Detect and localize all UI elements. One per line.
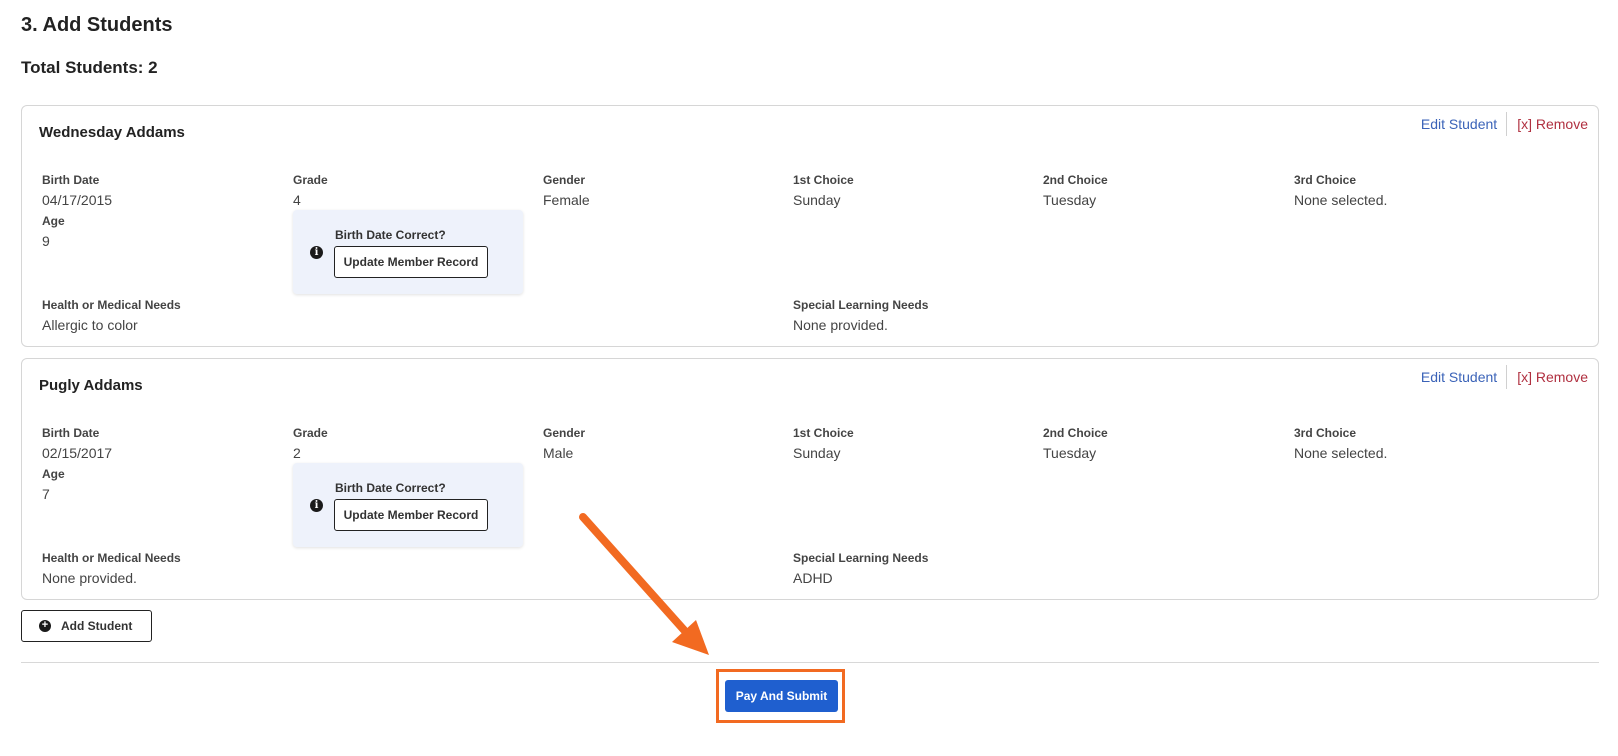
- birth-date-field: Birth Date 04/17/2015: [42, 172, 112, 209]
- student-name: Wednesday Addams: [39, 124, 185, 141]
- edit-student-link[interactable]: Edit Student: [1421, 369, 1506, 385]
- section-divider: [21, 662, 1599, 663]
- birth-date-question: Birth Date Correct?: [335, 228, 446, 242]
- gender-label: Gender: [543, 426, 586, 440]
- learning-needs-field: Special Learning Needs None provided.: [793, 297, 928, 334]
- third-choice-value: None selected.: [1294, 445, 1388, 461]
- edit-student-link[interactable]: Edit Student: [1421, 116, 1506, 132]
- remove-student-link[interactable]: [x] Remove: [1507, 369, 1588, 385]
- card-actions: Edit Student [x] Remove: [1421, 365, 1588, 389]
- grade-field: Grade 4: [293, 172, 328, 209]
- third-choice-value: None selected.: [1294, 192, 1388, 208]
- grade-value: 2: [293, 445, 301, 461]
- third-choice-field: 3rd Choice None selected.: [1294, 172, 1387, 209]
- third-choice-label: 3rd Choice: [1294, 426, 1357, 440]
- arrow-head: [672, 620, 709, 655]
- health-needs-field: Health or Medical Needs Allergic to colo…: [42, 297, 181, 334]
- health-needs-field: Health or Medical Needs None provided.: [42, 550, 181, 587]
- second-choice-field: 2nd Choice Tuesday: [1043, 172, 1108, 209]
- learning-needs-value: ADHD: [793, 570, 833, 586]
- remove-student-link[interactable]: [x] Remove: [1507, 116, 1588, 132]
- section-title: 3. Add Students: [21, 14, 173, 36]
- age-label: Age: [42, 467, 65, 481]
- birth-date-callout: i Birth Date Correct? Update Member Reco…: [293, 210, 523, 294]
- second-choice-value: Tuesday: [1043, 192, 1097, 208]
- age-field: Age 9: [42, 213, 65, 250]
- total-students: Total Students: 2: [21, 58, 158, 77]
- birth-date-field: Birth Date 02/15/2017: [42, 425, 112, 462]
- first-choice-field: 1st Choice Sunday: [793, 425, 854, 462]
- third-choice-field: 3rd Choice None selected.: [1294, 425, 1387, 462]
- birth-date-callout: i Birth Date Correct? Update Member Reco…: [293, 463, 523, 547]
- second-choice-value: Tuesday: [1043, 445, 1097, 461]
- health-needs-label: Health or Medical Needs: [42, 298, 181, 312]
- update-member-record-button[interactable]: Update Member Record: [334, 499, 488, 531]
- add-student-label: Add Student: [61, 619, 133, 633]
- grade-label: Grade: [293, 426, 328, 440]
- plus-circle-icon: +: [39, 620, 51, 632]
- age-label: Age: [42, 214, 65, 228]
- first-choice-label: 1st Choice: [793, 426, 854, 440]
- gender-value: Male: [543, 445, 574, 461]
- birth-date-value: 04/17/2015: [42, 192, 113, 208]
- third-choice-label: 3rd Choice: [1294, 173, 1357, 187]
- info-icon: i: [310, 499, 323, 512]
- update-member-record-button[interactable]: Update Member Record: [334, 246, 488, 278]
- age-value: 7: [42, 486, 50, 502]
- birth-date-label: Birth Date: [42, 173, 100, 187]
- card-actions: Edit Student [x] Remove: [1421, 112, 1588, 136]
- first-choice-value: Sunday: [793, 192, 841, 208]
- age-field: Age 7: [42, 466, 65, 503]
- first-choice-field: 1st Choice Sunday: [793, 172, 854, 209]
- birth-date-label: Birth Date: [42, 426, 100, 440]
- student-card: Wednesday Addams Edit Student [x] Remove…: [21, 105, 1599, 347]
- birth-date-question: Birth Date Correct?: [335, 481, 446, 495]
- learning-needs-label: Special Learning Needs: [793, 551, 929, 565]
- student-name: Pugly Addams: [39, 377, 143, 394]
- gender-field: Gender Female: [543, 172, 590, 209]
- first-choice-value: Sunday: [793, 445, 841, 461]
- grade-field: Grade 2: [293, 425, 328, 462]
- pay-and-submit-button[interactable]: Pay And Submit: [725, 680, 838, 712]
- student-card: Pugly Addams Edit Student [x] Remove Bir…: [21, 358, 1599, 600]
- first-choice-label: 1st Choice: [793, 173, 854, 187]
- gender-value: Female: [543, 192, 590, 208]
- info-icon: i: [310, 246, 323, 259]
- health-needs-value: None provided.: [42, 570, 137, 586]
- learning-needs-field: Special Learning Needs ADHD: [793, 550, 928, 587]
- grade-value: 4: [293, 192, 301, 208]
- health-needs-label: Health or Medical Needs: [42, 551, 181, 565]
- add-student-button[interactable]: + Add Student: [21, 610, 152, 642]
- gender-field: Gender Male: [543, 425, 585, 462]
- age-value: 9: [42, 233, 50, 249]
- gender-label: Gender: [543, 173, 586, 187]
- second-choice-label: 2nd Choice: [1043, 426, 1108, 440]
- health-needs-value: Allergic to color: [42, 317, 138, 333]
- second-choice-field: 2nd Choice Tuesday: [1043, 425, 1108, 462]
- birth-date-value: 02/15/2017: [42, 445, 113, 461]
- second-choice-label: 2nd Choice: [1043, 173, 1108, 187]
- learning-needs-value: None provided.: [793, 317, 888, 333]
- grade-label: Grade: [293, 173, 328, 187]
- learning-needs-label: Special Learning Needs: [793, 298, 929, 312]
